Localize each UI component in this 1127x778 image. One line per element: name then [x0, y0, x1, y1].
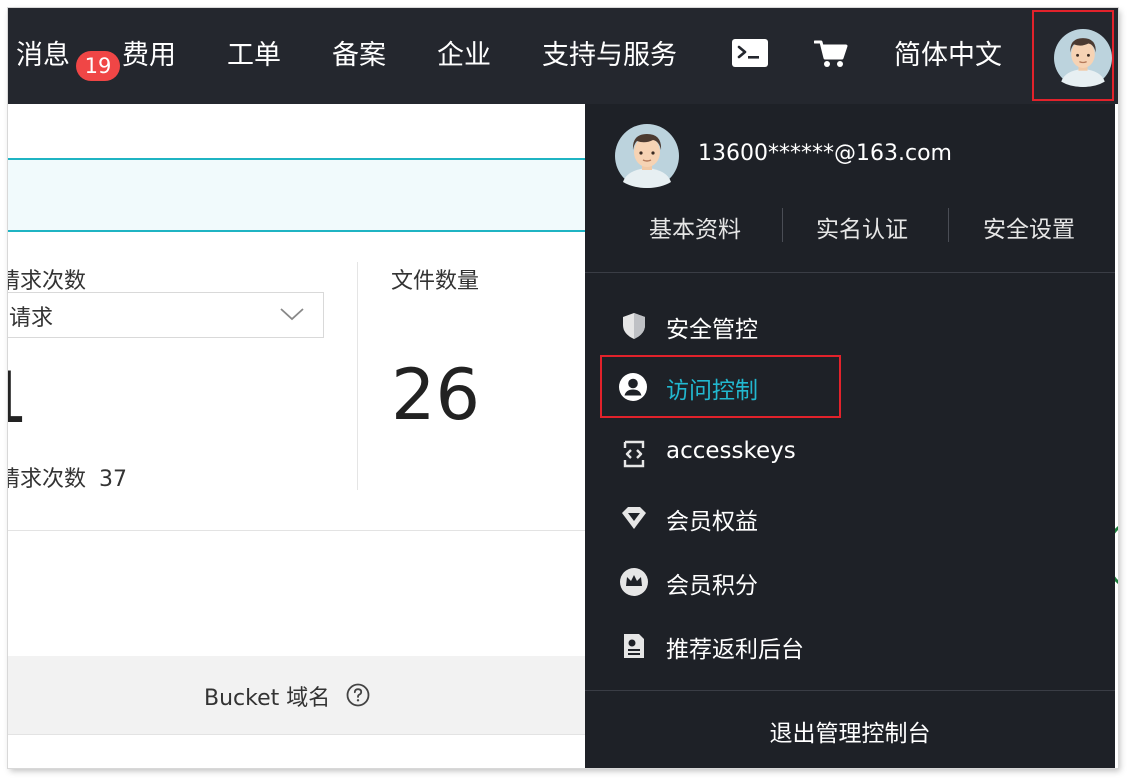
language-switcher[interactable]: 简体中文: [894, 36, 1002, 76]
file-count-value: 26: [391, 354, 481, 436]
help-circle-icon[interactable]: [346, 683, 370, 711]
request-count-value: 1: [8, 363, 29, 433]
user-avatar: [1054, 27, 1112, 93]
nav-enterprise[interactable]: 企业: [437, 36, 491, 76]
user-circle-icon: [618, 372, 648, 402]
request-count-label: 请求次数: [8, 269, 87, 294]
request-type-select[interactable]: 请求: [8, 292, 324, 338]
cart-icon[interactable]: [813, 39, 848, 73]
nav-icp-filing[interactable]: 备案: [332, 36, 386, 76]
request-type-select-value: 请求: [9, 306, 54, 331]
nav-support[interactable]: 支持与服务: [542, 36, 677, 76]
user-dropdown-menu: 13600******@163.com 基本资料 实名认证 安全设置 安全管控: [585, 104, 1115, 768]
link-basic-profile[interactable]: 基本资料: [649, 210, 741, 244]
link-separator: [782, 208, 783, 242]
nav-messages[interactable]: 消息 19: [16, 36, 120, 81]
dropdown-divider: [585, 272, 1115, 273]
menu-item-member-points[interactable]: 会员积分: [599, 554, 1059, 610]
info-banner: [8, 158, 608, 232]
link-separator: [948, 208, 949, 242]
section-divider: [8, 530, 608, 531]
app-window: 消息 19 费用 工单 备案 企业 支持与服务 简体中文 请求次数 请求 请求次…: [8, 8, 1118, 768]
message-count-badge: 19: [76, 51, 120, 81]
menu-item-label: 安全管控: [666, 317, 758, 343]
menu-item-label: 会员权益: [666, 509, 758, 535]
table-header: Bucket 域名: [8, 656, 608, 735]
column-header-bucket-domain: Bucket 域名: [204, 686, 331, 711]
request-count-summary-value: 37: [99, 467, 128, 492]
file-count-label: 文件数量: [391, 269, 480, 294]
chevron-down-icon: [279, 305, 305, 327]
menu-item-label: 访问控制: [666, 378, 758, 404]
menu-item-accesskeys[interactable]: accesskeys: [599, 426, 1059, 482]
menu-item-label: 会员积分: [666, 573, 758, 599]
dropdown-divider: [585, 690, 1115, 691]
top-navigation-bar: 消息 19 费用 工单 备案 企业 支持与服务 简体中文: [8, 8, 1118, 104]
menu-item-label: accesskeys: [666, 438, 796, 464]
logout-button[interactable]: 退出管理控制台: [585, 700, 1115, 768]
request-count-summary: 请求次数 37: [8, 461, 127, 493]
menu-item-access-control[interactable]: 访问控制: [600, 355, 841, 418]
link-real-name-verification[interactable]: 实名认证: [816, 210, 908, 244]
key-code-icon: [619, 439, 649, 469]
menu-item-label: 推荐返利后台: [666, 637, 804, 663]
crown-icon: [619, 567, 649, 597]
terminal-icon[interactable]: [732, 39, 768, 71]
nav-tickets[interactable]: 工单: [227, 36, 281, 76]
shield-icon: [619, 311, 649, 341]
menu-item-security-control[interactable]: 安全管控: [599, 298, 1059, 354]
request-count-summary-label: 请求次数: [8, 467, 87, 492]
diamond-icon: [619, 503, 649, 533]
menu-item-referral-backend[interactable]: 推荐返利后台: [599, 618, 1059, 674]
stat-divider: [357, 262, 358, 490]
nav-billing[interactable]: 费用: [122, 36, 176, 76]
dropdown-user-avatar: [615, 124, 679, 192]
nav-messages-label: 消息: [16, 40, 70, 71]
user-avatar-button[interactable]: [1032, 10, 1114, 101]
link-security-settings[interactable]: 安全设置: [983, 210, 1075, 244]
menu-item-member-benefits[interactable]: 会员权益: [599, 490, 1059, 546]
user-email: 13600******@163.com: [698, 141, 952, 166]
referral-icon: [619, 631, 649, 661]
